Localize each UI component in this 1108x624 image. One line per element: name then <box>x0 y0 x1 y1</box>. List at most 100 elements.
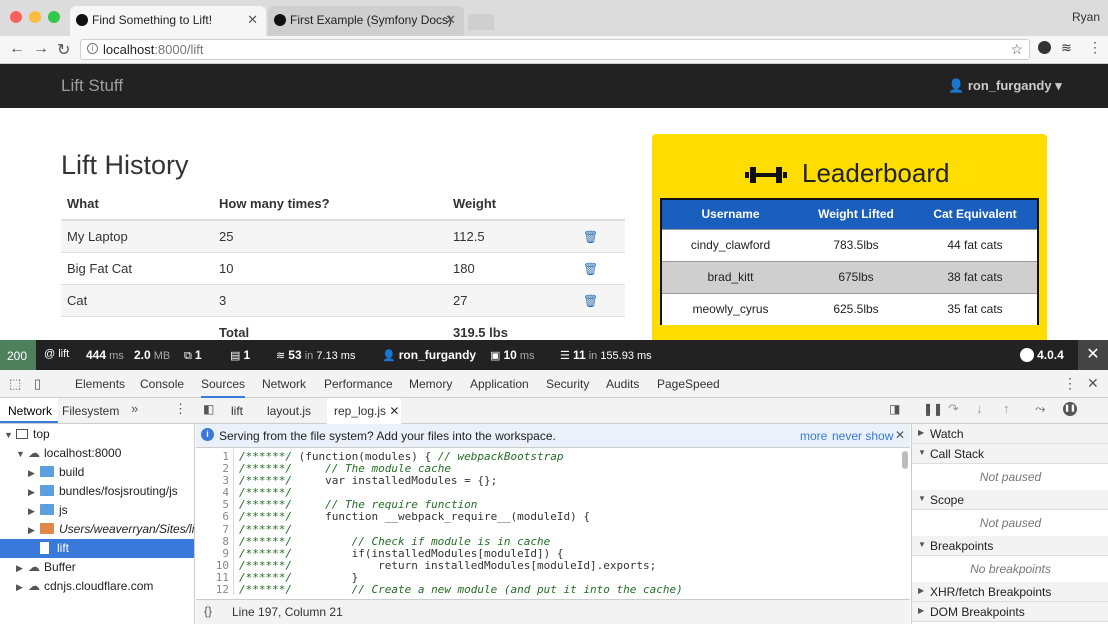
pause-on-exceptions-icon[interactable]: ❚❚ <box>1063 402 1077 416</box>
close-window-button[interactable] <box>10 11 22 23</box>
minimize-window-button[interactable] <box>29 11 41 23</box>
close-file-icon[interactable]: ✕ <box>389 404 399 418</box>
browser-tab-active[interactable]: Find Something to Lift! ✕ <box>70 6 266 36</box>
toggle-debugger-icon[interactable]: ◨ <box>889 402 900 416</box>
column-header: Weight <box>447 187 577 221</box>
close-tab-icon[interactable]: ✕ <box>445 12 456 28</box>
browser-tab[interactable]: First Example (Symfony Docs) ✕ <box>268 6 464 36</box>
code-editor[interactable]: 1 2 3 4 5 6 7 8 9 10 11 12 /******/ (function(modul… <box>196 449 910 597</box>
tab-memory[interactable]: Memory <box>409 377 452 391</box>
delete-trash-icon[interactable]: 🗑 <box>583 294 598 308</box>
close-toolbar-icon[interactable]: ✕ <box>1078 340 1108 370</box>
section-call-stack[interactable]: Call Stack <box>912 444 1108 464</box>
delete-trash-icon[interactable]: 🗑 <box>583 262 598 276</box>
memory-item[interactable]: 2.0 MB <box>134 348 170 362</box>
route-item[interactable]: @ lift <box>44 348 69 360</box>
security-item[interactable]: 👤 ron_furgandy <box>382 348 476 362</box>
tree-label: js <box>59 503 68 517</box>
symfony-version-item[interactable]: 4.0.4 <box>1020 348 1064 362</box>
line-number-gutter[interactable]: 1 2 3 4 5 6 7 8 9 10 11 12 <box>196 449 234 596</box>
tab-performance[interactable]: Performance <box>324 377 393 391</box>
toggle-navigator-icon[interactable]: ◧ <box>203 402 214 416</box>
close-infobar-icon[interactable]: ✕ <box>895 428 905 442</box>
section-breakpoints[interactable]: Breakpoints <box>912 536 1108 556</box>
tree-item-domain[interactable]: ▼ ☁ localhost:8000 <box>0 444 194 463</box>
delete-trash-icon[interactable]: 🗑 <box>583 230 598 244</box>
reload-icon[interactable]: ↻ <box>57 40 70 60</box>
info-icon[interactable]: i <box>87 43 98 54</box>
device-toolbar-icon[interactable]: ▯ <box>34 376 41 392</box>
tree-item-domain[interactable]: ▶ ☁ Buffer <box>0 558 194 577</box>
devtools-menu-icon[interactable]: ⋮ <box>1063 375 1077 392</box>
section-scope[interactable]: Scope <box>912 490 1108 510</box>
tab-application[interactable]: Application <box>470 377 529 391</box>
step-over-icon[interactable]: ↷ <box>948 401 959 417</box>
step-out-icon[interactable]: ↑ <box>1003 401 1010 416</box>
code-line[interactable]: /******/ function __webpack_require__(mo… <box>239 511 683 523</box>
file-tab-active[interactable]: rep_log.js ✕ <box>327 398 401 424</box>
database-item[interactable]: ☰ 11 in 155.93 ms <box>560 348 652 362</box>
section-watch[interactable]: Watch <box>912 424 1108 444</box>
folder-icon <box>40 466 54 477</box>
file-tab[interactable]: layout.js <box>267 404 311 418</box>
line-number[interactable]: 6 <box>196 511 229 523</box>
tree-item-file-selected[interactable]: lift <box>0 539 194 558</box>
user-menu[interactable]: 👤 ron_furgandy ▾ <box>948 78 1062 94</box>
navigator-menu-icon[interactable]: ⋮ <box>174 401 187 417</box>
code-line[interactable]: /******/ var installedModules = {}; <box>239 475 683 487</box>
tree-item-top[interactable]: ▼ top <box>0 425 194 444</box>
new-tab-button[interactable] <box>468 14 494 30</box>
forward-icon[interactable]: → <box>33 40 49 58</box>
tab-network[interactable]: Network <box>262 377 306 391</box>
pause-icon[interactable]: ❚❚ <box>923 402 943 416</box>
browser-menu-icon[interactable]: ⋮ <box>1088 39 1102 56</box>
source-code[interactable]: /******/ (function(modules) { // webpack… <box>239 450 683 596</box>
tab-console[interactable]: Console <box>140 377 184 391</box>
address-bar[interactable]: i localhost:8000/lift ☆ <box>80 39 1030 60</box>
site-brand[interactable]: Lift Stuff <box>61 76 123 96</box>
close-devtools-icon[interactable]: ✕ <box>1087 375 1099 392</box>
line-number[interactable]: 8 <box>196 535 229 548</box>
line-number[interactable]: 12 <box>196 583 229 596</box>
step-into-icon[interactable]: ↓ <box>976 401 983 416</box>
profile-name[interactable]: Ryan <box>1072 10 1100 24</box>
tab-sources[interactable]: Sources <box>201 377 246 398</box>
back-icon[interactable]: ← <box>9 40 25 58</box>
editor-statusbar: {} Line 197, Column 21 <box>196 599 910 624</box>
close-tab-icon[interactable]: ✕ <box>247 12 258 28</box>
inspect-element-icon[interactable]: ⬚ <box>9 376 21 392</box>
file-tab[interactable]: lift <box>231 404 243 418</box>
tab-security[interactable]: Security <box>546 377 589 391</box>
ajax-item[interactable]: ▣ 10 ms <box>490 348 535 362</box>
tab-elements[interactable]: Elements <box>75 377 125 391</box>
forms-item[interactable]: ⧉ 1 <box>184 348 202 363</box>
never-show-link[interactable]: never show <box>832 429 893 443</box>
tree-item-folder[interactable]: ▶ js <box>0 501 194 520</box>
deactivate-breakpoints-icon[interactable]: ⤳ <box>1035 401 1045 417</box>
tab-network-navigator[interactable]: Network <box>0 398 58 423</box>
tree-item-folder[interactable]: ▶ bundles/fosjsrouting/js <box>0 482 194 501</box>
tab-filesystem[interactable]: Filesystem <box>62 404 119 418</box>
tab-audits[interactable]: Audits <box>606 377 639 391</box>
tab-pagespeed[interactable]: PageSpeed <box>657 377 720 391</box>
tree-item-domain[interactable]: ▶ ☁ cdnjs.cloudflare.com <box>0 577 194 596</box>
twig-item[interactable]: ≋ 53 in 7.13 ms <box>276 348 355 362</box>
layers-extension-icon[interactable]: ≋ <box>1061 40 1072 56</box>
editor-scrollbar[interactable] <box>902 451 908 469</box>
bookmark-star-icon[interactable]: ☆ <box>1010 41 1023 58</box>
time-item[interactable]: 444 ms <box>86 348 124 362</box>
line-number[interactable]: 7 <box>196 523 229 536</box>
code-line[interactable]: /******/ // Create a new module (and put… <box>239 583 683 596</box>
pretty-print-icon[interactable]: {} <box>204 604 212 618</box>
section-xhr-breakpoints[interactable]: XHR/fetch Breakpoints <box>912 582 1108 602</box>
logs-item[interactable]: ▤ 1 <box>230 348 250 362</box>
extension-icon[interactable] <box>1038 41 1051 54</box>
section-dom-breakpoints[interactable]: DOM Breakpoints <box>912 602 1108 622</box>
row-weight: 180 <box>447 251 577 284</box>
tree-item-folder[interactable]: ▶ build <box>0 463 194 482</box>
more-link[interactable]: more <box>800 429 827 443</box>
status-code-badge[interactable]: 200 <box>0 340 36 370</box>
more-tabs-icon[interactable]: » <box>131 401 138 416</box>
tree-item-folder[interactable]: ▶ Users/weaverryan/Sites/lift <box>0 520 194 539</box>
maximize-window-button[interactable] <box>48 11 60 23</box>
